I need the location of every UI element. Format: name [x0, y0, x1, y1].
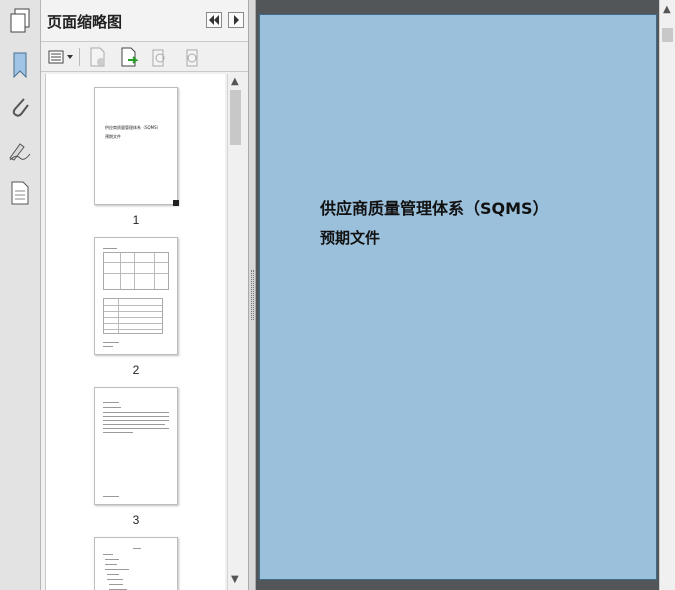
thumbnail-table: [103, 252, 169, 290]
splitter-grip[interactable]: [251, 270, 254, 320]
document-page: 供应商质量管理体系（SQMS） 预期文件: [259, 14, 657, 580]
signature-icon[interactable]: [5, 136, 35, 166]
page-number-label: 3: [132, 513, 140, 527]
layers-icon[interactable]: [5, 178, 35, 208]
panel-title: 页面缩略图: [47, 13, 123, 31]
bookmark-icon[interactable]: [5, 50, 35, 80]
options-menu-icon: [48, 50, 73, 64]
document-scrollbar[interactable]: ▲: [659, 0, 675, 590]
thumbnails-panel: 页面缩略图 供应商质量管理体系（SQMS） 预期文件 1 2 3 ▲ ▼: [41, 0, 248, 590]
thumbnails-toolbar: [41, 42, 248, 72]
redo-button[interactable]: [181, 47, 203, 67]
scroll-up-icon[interactable]: ▲: [663, 4, 671, 15]
document-subtitle: 预期文件: [320, 229, 381, 247]
thumbnail-page-3[interactable]: [94, 387, 178, 505]
undo-icon: [152, 49, 165, 67]
page-number-label: 1: [132, 213, 140, 227]
thumbnail-subtitle-text: 预期文件: [105, 134, 121, 139]
panel-splitter[interactable]: [248, 0, 256, 590]
thumbnails-scrollbar[interactable]: ▲ ▼: [227, 74, 243, 590]
scroll-down-icon[interactable]: ▼: [231, 574, 239, 585]
document-title: 供应商质量管理体系（SQMS）: [320, 199, 549, 218]
resize-handle[interactable]: [173, 200, 179, 206]
options-menu-button[interactable]: [47, 47, 75, 67]
thumbnail-table-2: [103, 298, 163, 334]
chevron-right-icon: [234, 15, 239, 25]
pages-icon[interactable]: [5, 6, 35, 36]
toolbar-divider: [79, 48, 80, 66]
document-viewer: 供应商质量管理体系（SQMS） 预期文件: [256, 0, 659, 590]
scrollbar-thumb[interactable]: [230, 90, 241, 145]
insert-page-icon: [121, 47, 139, 67]
undo-button[interactable]: [149, 47, 171, 67]
thumbnail-list: 供应商质量管理体系（SQMS） 预期文件 1 2 3: [45, 74, 225, 590]
delete-page-icon: [90, 47, 105, 67]
navigation-rail: [0, 0, 41, 590]
redo-icon: [186, 49, 198, 67]
insert-page-button[interactable]: [119, 47, 141, 67]
collapse-panel-button[interactable]: [206, 12, 222, 28]
page-number-label: 2: [132, 363, 140, 377]
double-chevron-left-icon: [209, 15, 219, 25]
thumbnail-title-text: 供应商质量管理体系（SQMS）: [105, 125, 161, 130]
expand-panel-button[interactable]: [228, 12, 244, 28]
thumbnail-page-1[interactable]: 供应商质量管理体系（SQMS） 预期文件: [94, 87, 179, 206]
thumbnail-page-2[interactable]: [94, 237, 178, 355]
scroll-up-icon[interactable]: ▲: [231, 76, 239, 87]
panel-header: 页面缩略图: [41, 0, 248, 42]
scrollbar-thumb[interactable]: [662, 28, 673, 42]
thumbnail-page-4[interactable]: [94, 537, 178, 590]
attachment-icon[interactable]: [5, 92, 35, 122]
delete-page-button[interactable]: [87, 47, 109, 67]
